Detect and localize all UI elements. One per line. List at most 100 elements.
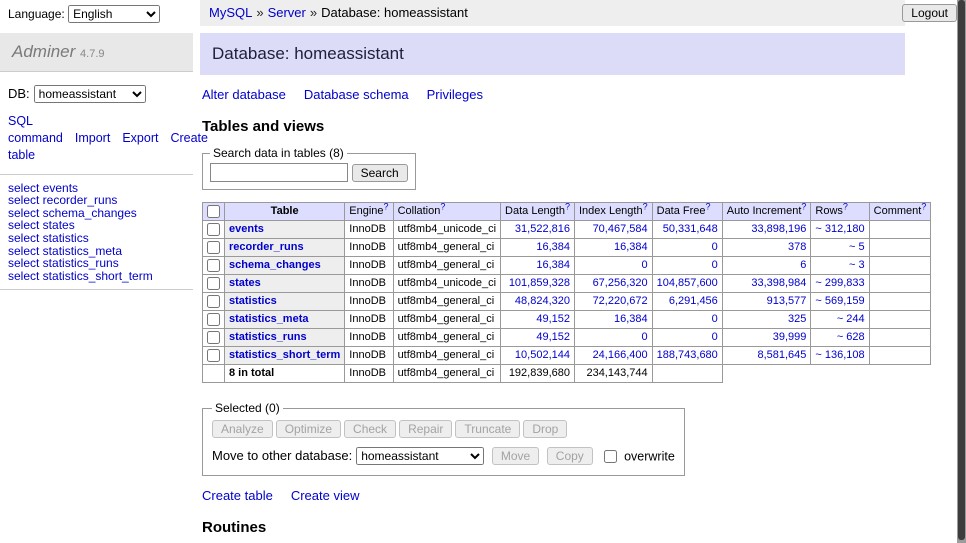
drop-button[interactable]: Drop (523, 420, 567, 438)
collation-cell: utf8mb4_general_ci (393, 293, 500, 311)
breadcrumb-separator: » (256, 5, 263, 20)
comment-cell (869, 275, 931, 293)
row-checkbox-states[interactable] (207, 277, 220, 290)
row-checkbox-cell (203, 311, 225, 329)
table-row-schema-changes: schema_changesInnoDButf8mb4_general_ci16… (203, 257, 931, 275)
data-length-cell: 31,522,816 (501, 221, 575, 239)
optimize-button[interactable]: Optimize (276, 420, 341, 438)
create-link-create-view[interactable]: Create view (291, 488, 360, 503)
row-checkbox-statistics[interactable] (207, 295, 220, 308)
engine-cell: InnoDB (345, 239, 393, 257)
language-label: Language: (8, 7, 65, 21)
table-link-recorder-runs[interactable]: recorder_runs (229, 241, 304, 253)
repair-button[interactable]: Repair (399, 420, 452, 438)
comment-cell (869, 293, 931, 311)
table-row-events: eventsInnoDButf8mb4_unicode_ci31,522,816… (203, 221, 931, 239)
scrollbar-thumb[interactable] (958, 0, 965, 540)
search-legend: Search data in tables (8) (210, 146, 347, 160)
table-link-events[interactable]: events (229, 223, 264, 235)
help-link-comment[interactable]: ? (921, 201, 926, 211)
search-button[interactable]: Search (352, 164, 408, 182)
help-link-auto-increment[interactable]: ? (801, 201, 806, 211)
breadcrumb: MySQL»Server»Database: homeassistant (200, 0, 905, 26)
row-checkbox-cell (203, 221, 225, 239)
db-action-privileges[interactable]: Privileges (427, 87, 483, 102)
check-button[interactable]: Check (344, 420, 396, 438)
total-data-free-cell (652, 365, 722, 383)
row-checkbox-events[interactable] (207, 223, 220, 236)
sidebar-table-link-select-recorder-runs[interactable]: select recorder_runs (8, 194, 185, 207)
sidebar-table-list: select eventsselect recorder_runsselect … (0, 174, 193, 291)
comment-cell (869, 239, 931, 257)
help-link-index-length[interactable]: ? (643, 201, 648, 211)
engine-cell: InnoDB (345, 311, 393, 329)
search-input[interactable] (210, 163, 348, 182)
analyze-button[interactable]: Analyze (212, 420, 273, 438)
row-checkbox-cell (203, 257, 225, 275)
comment-cell (869, 329, 931, 347)
help-link-data-length[interactable]: ? (565, 201, 570, 211)
row-checkbox-cell (203, 239, 225, 257)
db-action-database-schema[interactable]: Database schema (304, 87, 409, 102)
help-link-rows[interactable]: ? (843, 201, 848, 211)
help-link-engine[interactable]: ? (384, 201, 389, 211)
column-header-data-free: Data Free? (652, 203, 722, 221)
total-row: 8 in totalInnoDButf8mb4_general_ci192,83… (203, 365, 931, 383)
table-link-statistics[interactable]: statistics (229, 295, 277, 307)
breadcrumb-item-mysql[interactable]: MySQL (209, 5, 252, 20)
auto-increment-cell: 913,577 (722, 293, 811, 311)
main-content: Database: homeassistant Alter databaseDa… (193, 26, 966, 543)
engine-cell: InnoDB (345, 293, 393, 311)
table-link-statistics-meta[interactable]: statistics_meta (229, 313, 309, 325)
row-checkbox-schema-changes[interactable] (207, 259, 220, 272)
scrollbar[interactable] (957, 0, 966, 543)
breadcrumb-item-server[interactable]: Server (268, 5, 306, 20)
index-length-cell: 0 (574, 257, 652, 275)
logout-button[interactable]: Logout (902, 4, 957, 22)
data-length-cell: 49,152 (501, 311, 575, 329)
overwrite-checkbox[interactable] (604, 450, 617, 463)
table-name-cell: statistics_short_term (225, 347, 345, 365)
create-link-create-table[interactable]: Create table (202, 488, 273, 503)
auto-increment-cell: 33,898,196 (722, 221, 811, 239)
sidebar-link-export[interactable]: Export (122, 131, 158, 145)
select-all-checkbox[interactable] (207, 205, 220, 218)
rows-cell: ~ 3 (811, 257, 869, 275)
index-length-cell: 67,256,320 (574, 275, 652, 293)
row-checkbox-statistics-runs[interactable] (207, 331, 220, 344)
sidebar-table-link-select-statistics-short-term[interactable]: select statistics_short_term (8, 270, 185, 283)
table-link-statistics-short-term[interactable]: statistics_short_term (229, 349, 340, 361)
column-header-collation: Collation? (393, 203, 500, 221)
truncate-button[interactable]: Truncate (455, 420, 520, 438)
db-select[interactable]: homeassistant (34, 85, 146, 103)
sidebar-link-import[interactable]: Import (75, 131, 110, 145)
language-select[interactable]: English (68, 5, 160, 23)
table-name-cell: events (225, 221, 345, 239)
move-button[interactable]: Move (492, 447, 539, 465)
auto-increment-cell: 6 (722, 257, 811, 275)
row-checkbox-cell (203, 329, 225, 347)
move-db-select[interactable]: homeassistant (356, 447, 484, 465)
table-link-statistics-runs[interactable]: statistics_runs (229, 331, 307, 343)
copy-button[interactable]: Copy (547, 447, 593, 465)
data-free-cell: 188,743,680 (652, 347, 722, 365)
help-link-collation[interactable]: ? (440, 201, 445, 211)
table-link-states[interactable]: states (229, 277, 261, 289)
sidebar-link-sql-command[interactable]: SQL command (8, 114, 63, 145)
sidebar-table-link-select-statistics[interactable]: select statistics (8, 232, 185, 245)
sidebar-table-link-select-statistics-runs[interactable]: select statistics_runs (8, 257, 185, 270)
index-length-cell: 70,467,584 (574, 221, 652, 239)
table-header-row: TableEngine?Collation?Data Length?Index … (203, 203, 931, 221)
sidebar: Adminer 4.7.9 DB: homeassistant SQL comm… (0, 26, 193, 543)
row-checkbox-statistics-short-term[interactable] (207, 349, 220, 362)
rows-cell: ~ 136,108 (811, 347, 869, 365)
index-length-cell: 16,384 (574, 311, 652, 329)
data-free-cell: 6,291,456 (652, 293, 722, 311)
row-checkbox-recorder-runs[interactable] (207, 241, 220, 254)
data-length-cell: 10,502,144 (501, 347, 575, 365)
app-title: Adminer 4.7.9 (0, 33, 193, 72)
db-action-alter-database[interactable]: Alter database (202, 87, 286, 102)
row-checkbox-statistics-meta[interactable] (207, 313, 220, 326)
table-link-schema-changes[interactable]: schema_changes (229, 259, 321, 271)
help-link-data-free[interactable]: ? (706, 201, 711, 211)
